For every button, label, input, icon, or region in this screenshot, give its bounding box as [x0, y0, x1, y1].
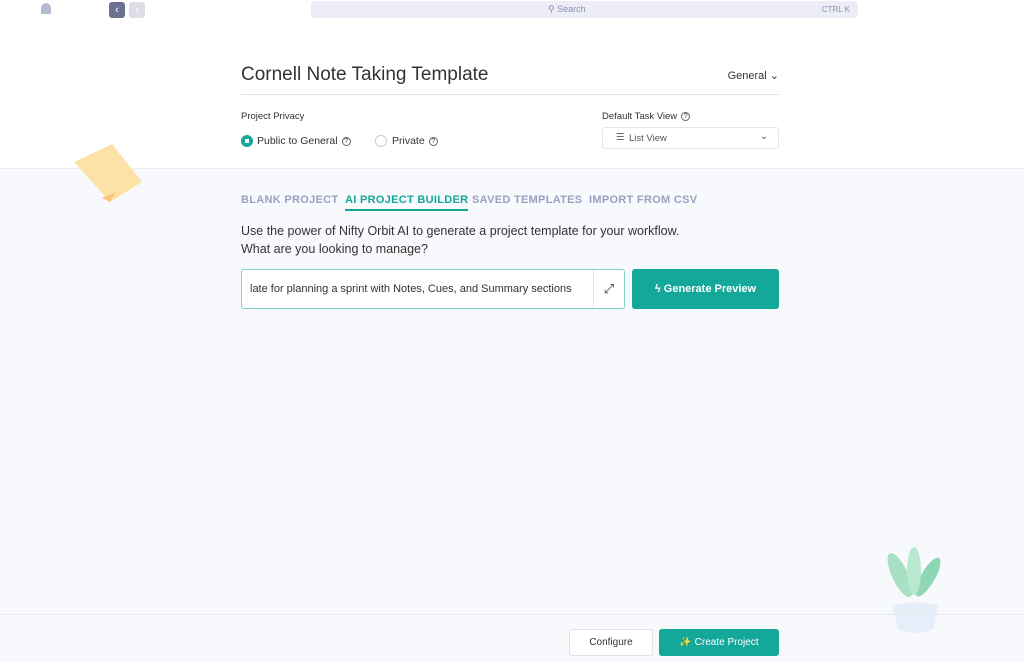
tab-blank-project[interactable]: BLANK PROJECT [241, 194, 338, 206]
task-view-select[interactable]: ☰ List View ⌄ [602, 127, 779, 149]
bell-icon[interactable] [41, 3, 51, 14]
generate-label: Generate Preview [663, 283, 757, 295]
tab-ai-project-builder[interactable]: AI PROJECT BUILDER [345, 194, 469, 211]
forward-button[interactable]: › [129, 2, 145, 18]
search-bar[interactable]: ⚲ Search CTRL K [311, 1, 858, 18]
help-icon[interactable]: ? [428, 137, 438, 146]
ai-prompt-input[interactable]: late for planning a sprint with Notes, C… [241, 269, 625, 309]
lightning-icon: ϟ [654, 283, 664, 295]
private-label: Private [392, 135, 425, 147]
workspace-label: General [727, 70, 767, 82]
list-icon: ☰ [616, 132, 625, 143]
sticky-note-illustration [74, 144, 142, 202]
public-option[interactable]: Public to General? [257, 135, 351, 147]
create-project-button[interactable]: ✨ Create Project [659, 629, 779, 656]
search-icon: ⚲ [548, 4, 558, 14]
task-view-label: Default Task View? [602, 111, 691, 122]
tab-saved-templates[interactable]: SAVED TEMPLATES [472, 194, 582, 206]
description-question: What are you looking to manage? [241, 242, 428, 256]
description-line: Use the power of Nifty Orbit AI to gener… [241, 224, 680, 238]
task-view-value: List View [629, 133, 667, 144]
tab-import-csv[interactable]: IMPORT FROM CSV [589, 194, 697, 206]
help-icon[interactable]: ? [681, 112, 691, 121]
chevron-down-icon: ⌄ [760, 131, 768, 142]
search-placeholder: Search [557, 4, 586, 14]
sparkle-icon: ✨ [679, 637, 695, 648]
settings-panel [0, 0, 1024, 169]
radio-public[interactable] [241, 135, 253, 147]
chevron-down-icon: ⌄ [769, 70, 779, 82]
footer-divider [0, 614, 1024, 615]
task-view-label-text: Default Task View [602, 111, 678, 122]
public-label: Public to General [257, 135, 338, 147]
privacy-label: Project Privacy [241, 111, 305, 122]
help-icon[interactable]: ? [341, 137, 351, 146]
back-button[interactable]: ‹ [109, 2, 125, 18]
divider [241, 94, 779, 95]
private-option[interactable]: Private? [392, 135, 438, 147]
radio-private[interactable] [375, 135, 387, 147]
page-title: Cornell Note Taking Template [241, 64, 489, 85]
generate-preview-button[interactable]: ϟ Generate Preview [632, 269, 779, 309]
expand-icon[interactable]: ⤢ [593, 270, 624, 308]
search-shortcut: CTRL K [821, 5, 850, 14]
create-label: Create Project [694, 637, 759, 648]
plant-illustration [887, 547, 941, 633]
workspace-dropdown[interactable]: General ⌄ [728, 69, 779, 82]
configure-button[interactable]: Configure [569, 629, 653, 656]
ai-description: Use the power of Nifty Orbit AI to gener… [241, 222, 679, 258]
